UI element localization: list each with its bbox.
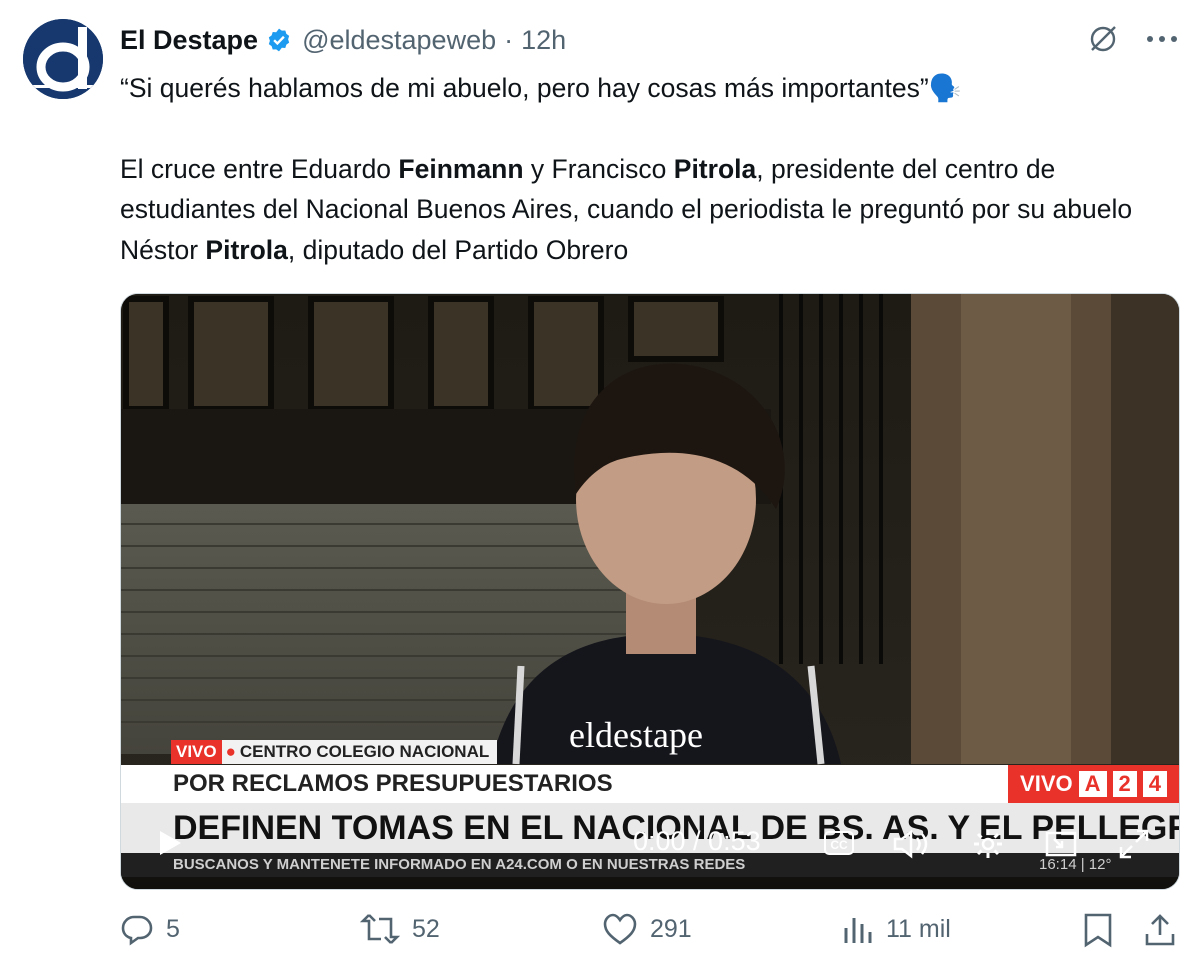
cc-icon[interactable]: CC [824, 831, 854, 855]
watermark: eldestape [569, 715, 703, 755]
play-icon[interactable] [154, 828, 184, 858]
tweet-paragraph: El cruce entre Eduardo Feinmann y Franci… [120, 153, 1133, 265]
pip-icon[interactable] [1044, 829, 1078, 859]
repost-count: 52 [412, 914, 440, 943]
views-icon [844, 918, 872, 943]
verified-badge-icon [268, 28, 290, 52]
ticker-text: BUSCANOS Y MANTENETE INFORMADO EN A24.CO… [173, 856, 746, 873]
tweet-line-quote: “Si querés hablamos de mi abuelo, pero h… [120, 73, 962, 103]
like-icon [603, 913, 637, 945]
author-name[interactable]: El Destape [120, 25, 258, 56]
location-pin-icon: ● [225, 742, 236, 761]
subtitle-bar: POR RECLAMOS PRESUPUESTARIOS VIVO A 2 4 [121, 765, 1179, 803]
tweet-header: El Destape @eldestapeweb · 12h [120, 22, 566, 58]
location-strip: VIVO ● CENTRO COLEGIO NACIONAL [171, 740, 498, 764]
fullscreen-icon[interactable] [1117, 827, 1151, 861]
a24-logo: VIVO A 2 4 [1008, 765, 1179, 803]
video-player[interactable]: VIVO ● CENTRO COLEGIO NACIONAL eldestape… [120, 293, 1180, 890]
location-text: CENTRO COLEGIO NACIONAL [239, 742, 490, 761]
avatar[interactable] [23, 19, 103, 99]
reply-count: 5 [166, 914, 180, 943]
timestamp[interactable]: 12h [521, 25, 566, 56]
grok-icon[interactable] [1086, 22, 1120, 56]
tweet-text: “Si querés hablamos de mi abuelo, pero h… [120, 68, 1180, 270]
bookmark-icon[interactable] [1082, 912, 1114, 948]
channel-vivo: VIVO [1020, 771, 1073, 796]
eldestape-logo [23, 19, 103, 99]
like-button[interactable]: 291 [602, 912, 692, 946]
like-count: 291 [650, 914, 692, 943]
repost-button[interactable]: 52 [360, 912, 440, 946]
author-handle[interactable]: @eldestapeweb [302, 25, 496, 56]
volume-icon[interactable] [891, 828, 931, 860]
video-time: 0:00 / 0:53 [633, 826, 761, 856]
repost-icon [360, 914, 400, 944]
share-icon[interactable] [1142, 912, 1178, 948]
reply-button[interactable]: 5 [120, 912, 180, 946]
views-button[interactable]: 11 mil [842, 912, 951, 946]
subtitle-text: POR RECLAMOS PRESUPUESTARIOS [173, 770, 613, 797]
tweet-actions: 5 52 291 11 mil [120, 912, 1180, 956]
settings-icon[interactable] [971, 827, 1005, 861]
header-separator: · [504, 24, 514, 55]
more-icon[interactable] [1146, 34, 1178, 44]
vivo-tag: VIVO [171, 740, 222, 764]
reply-icon [121, 915, 153, 946]
view-count: 11 mil [886, 914, 951, 943]
